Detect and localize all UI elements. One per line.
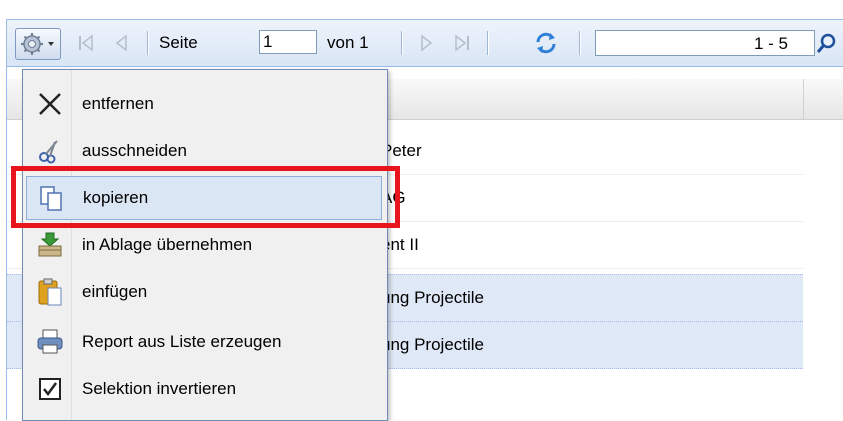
toolbar-separator [147,31,149,55]
menu-item-label: entfernen [82,94,154,113]
last-page-icon [455,34,469,52]
menu-item-paste[interactable]: einfügen [26,270,382,314]
menu-item-add-to-clipboard[interactable]: in Ablage übernehmen [26,223,382,267]
delete-x-icon [32,86,68,122]
prev-page-icon [115,34,127,52]
first-page-button[interactable] [71,28,101,58]
menu-item-copy[interactable]: kopieren [26,176,382,220]
clipboard-add-icon [32,227,68,263]
copy-icon [33,180,69,216]
toolbar-separator [487,31,489,55]
menu-item-report[interactable]: Report aus Liste erzeugen [26,320,382,364]
search-button[interactable] [813,29,841,57]
toolbar-separator [579,31,581,55]
context-menu: entfernen ausschneiden kopieren in Ablag… [22,69,388,421]
paste-icon [32,274,68,310]
page-number-input[interactable] [259,30,317,54]
menu-item-label: einfügen [82,282,148,301]
menu-item-label: ausschneiden [82,141,187,160]
menu-item-cut[interactable]: ausschneiden [26,129,382,173]
next-page-icon [421,34,433,52]
page-count-label: von 1 [327,33,369,52]
prev-page-button[interactable] [107,28,137,58]
first-page-icon [79,34,93,52]
refresh-icon [536,32,556,54]
actions-menu-button[interactable] [15,28,61,60]
last-page-button[interactable] [447,28,477,58]
menu-item-label: Selektion invertieren [82,379,237,398]
page-label: Seite [159,33,198,52]
table-cell: ung Projectile [381,335,485,354]
refresh-button[interactable] [529,28,563,58]
scissors-icon [32,133,68,169]
column-divider[interactable] [803,79,804,119]
paging-toolbar: Seite von 1 1 - 5 [7,20,843,67]
menu-item-label: in Ablage übernehmen [82,235,253,254]
menu-item-label: kopieren [83,188,149,207]
printer-icon [32,324,68,360]
toolbar-separator [401,31,403,55]
gear-icon [21,33,54,55]
checkbox-icon [32,371,68,407]
menu-item-remove[interactable]: entfernen [26,82,382,126]
menu-item-label: Report aus Liste erzeugen [82,332,282,351]
menu-item-invert-selection[interactable]: Selektion invertieren [26,367,382,411]
magnifier-icon [816,33,836,53]
next-page-button[interactable] [411,28,441,58]
record-range-label: 1 - 5 [754,34,789,53]
table-cell: ung Projectile [381,288,485,307]
